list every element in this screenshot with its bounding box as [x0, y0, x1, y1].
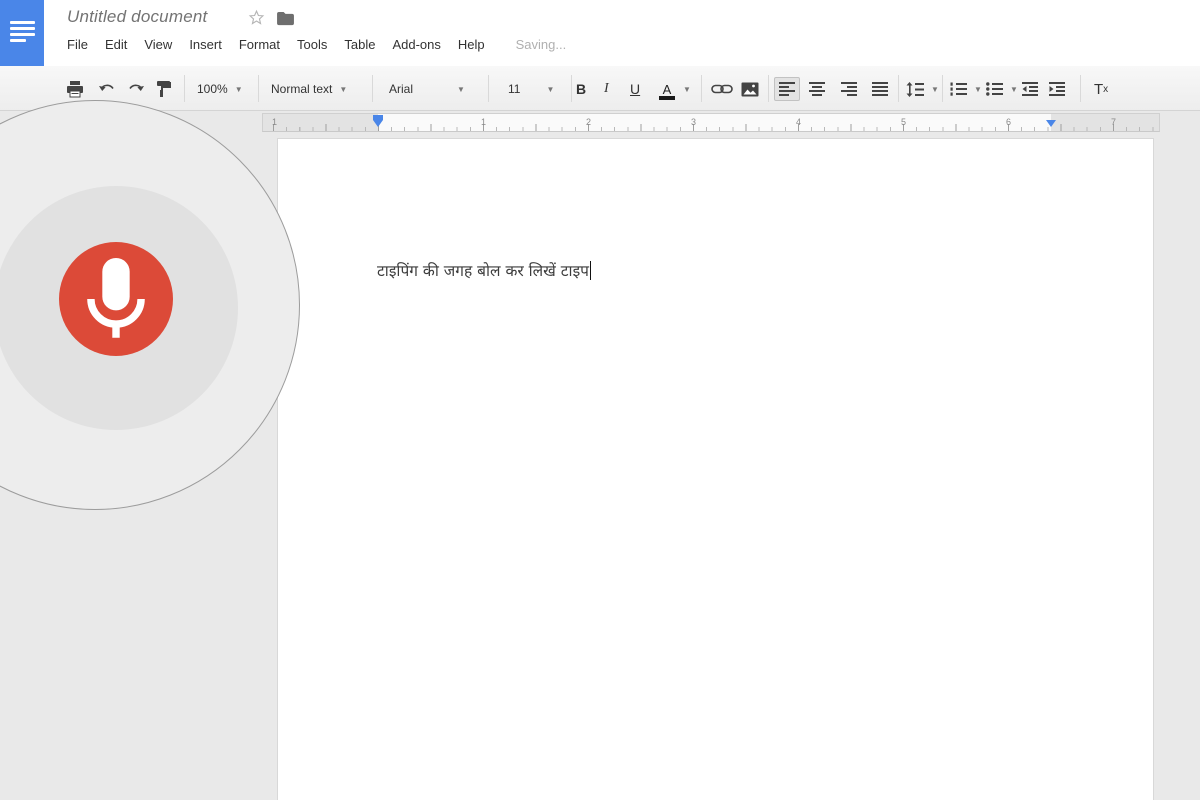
chevron-down-icon: ▼: [1010, 85, 1018, 94]
document-page[interactable]: टाइपिंग की जगह बोल कर लिखें टाइप: [277, 138, 1154, 800]
chevron-down-icon: ▼: [683, 85, 691, 94]
insert-link-icon[interactable]: [711, 77, 733, 101]
zoom-select[interactable]: 100%▼: [197, 77, 243, 101]
align-right-icon[interactable]: [841, 77, 857, 101]
justify-icon[interactable]: [872, 77, 888, 101]
insert-image-icon[interactable]: [741, 77, 759, 101]
menu-item-file[interactable]: File: [67, 37, 88, 52]
print-icon[interactable]: [66, 77, 84, 101]
chevron-down-icon: ▼: [235, 85, 243, 94]
clear-formatting-icon[interactable]: Tx: [1094, 77, 1108, 101]
redo-icon[interactable]: [126, 77, 145, 101]
chevron-down-icon: ▼: [974, 85, 982, 94]
menubar: File Edit View Insert Format Tools Table Add-on…: [67, 37, 566, 52]
menu-item-edit[interactable]: Edit: [105, 37, 127, 52]
chevron-down-icon: ▼: [931, 85, 939, 94]
font-size-select[interactable]: 11▼: [508, 77, 554, 101]
chevron-down-icon: ▼: [546, 85, 554, 94]
left-indent-marker[interactable]: [373, 115, 383, 127]
chevron-down-icon: ▼: [457, 85, 465, 94]
numbered-list-icon[interactable]: ▼: [950, 77, 982, 101]
decrease-indent-icon[interactable]: [1022, 77, 1038, 101]
bold-button[interactable]: B: [576, 77, 598, 101]
menu-item-format[interactable]: Format: [239, 37, 280, 52]
docs-logo[interactable]: [0, 0, 44, 66]
menu-item-help[interactable]: Help: [458, 37, 485, 52]
ruler-number: 1: [481, 117, 486, 127]
folder-icon[interactable]: [276, 11, 295, 31]
paint-format-icon[interactable]: [156, 77, 172, 101]
align-left-icon[interactable]: [774, 77, 800, 101]
document-text[interactable]: टाइपिंग की जगह बोल कर लिखें टाइप: [377, 259, 591, 281]
paragraph-style-select[interactable]: Normal text▼: [271, 77, 347, 101]
document-title[interactable]: Untitled document: [67, 7, 207, 27]
chevron-down-icon: ▼: [339, 85, 347, 94]
google-docs-window: Untitled document File Edit View Insert Form…: [0, 0, 1200, 800]
italic-button[interactable]: I: [604, 77, 626, 101]
line-spacing-icon[interactable]: ▼: [906, 77, 939, 101]
menu-item-insert[interactable]: Insert: [189, 37, 222, 52]
star-icon[interactable]: [248, 9, 265, 31]
increase-indent-icon[interactable]: [1049, 77, 1065, 101]
ruler-number: 4: [796, 117, 801, 127]
text-cursor: [590, 261, 592, 280]
ruler-number: 3: [691, 117, 696, 127]
right-indent-marker[interactable]: [1046, 115, 1056, 127]
font-select[interactable]: Arial▼: [389, 77, 465, 101]
menu-item-tools[interactable]: Tools: [297, 37, 327, 52]
menu-item-view[interactable]: View: [144, 37, 172, 52]
text-color-button[interactable]: A ▼: [658, 77, 691, 101]
menu-item-add-ons[interactable]: Add-ons: [392, 37, 440, 52]
ruler-number: 5: [901, 117, 906, 127]
align-center-icon[interactable]: [809, 77, 825, 101]
ruler-number: 7: [1111, 117, 1116, 127]
microphone-icon[interactable]: [59, 242, 173, 356]
ruler-number: 6: [1006, 117, 1011, 127]
bulleted-list-icon[interactable]: ▼: [986, 77, 1018, 101]
saving-status: Saving...: [516, 37, 567, 52]
toolbar: 100%▼ Normal text▼ Arial▼ 11▼ B I U A ▼: [0, 66, 1200, 111]
menu-item-table[interactable]: Table: [344, 37, 375, 52]
ruler-number: 2: [586, 117, 591, 127]
header: Untitled document File Edit View Insert Form…: [0, 0, 1200, 66]
ruler-number: 1: [272, 117, 277, 127]
underline-button[interactable]: U: [630, 77, 652, 101]
undo-icon[interactable]: [98, 77, 117, 101]
